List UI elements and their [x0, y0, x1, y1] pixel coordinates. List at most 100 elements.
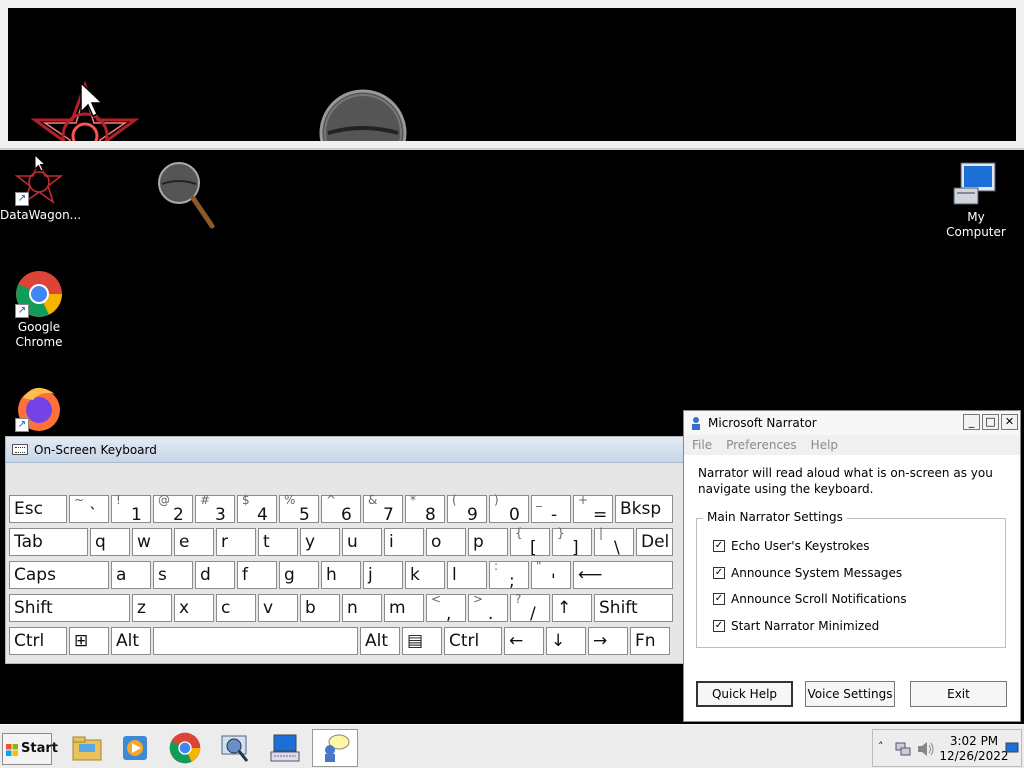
- taskbar-narrator[interactable]: [312, 729, 358, 767]
- option-announce-system-messages[interactable]: ✓ Announce System Messages: [713, 566, 902, 580]
- osk-key-2[interactable]: @2: [153, 493, 193, 525]
- minimize-button[interactable]: _: [963, 414, 980, 430]
- osk-key-z[interactable]: z: [132, 594, 172, 622]
- checkbox-icon[interactable]: ✓: [713, 540, 725, 552]
- taskbar-media-player[interactable]: [112, 729, 158, 767]
- network-icon[interactable]: [895, 741, 911, 757]
- osk-key-8[interactable]: * 8: [405, 493, 445, 525]
- osk-key-sym2-11[interactable]: " ': [531, 559, 571, 591]
- osk-key-sym0-12[interactable]: _ -: [531, 493, 571, 525]
- osk-key-u[interactable]: u: [342, 528, 382, 556]
- osk-key-w[interactable]: w: [132, 528, 172, 556]
- taskbar-chrome[interactable]: [162, 729, 208, 767]
- osk-key-sym4-7[interactable]: ←: [504, 627, 544, 655]
- osk-key-k[interactable]: k: [405, 561, 445, 589]
- osk-key-s[interactable]: s: [153, 561, 193, 589]
- osk-key-l[interactable]: l: [447, 561, 487, 589]
- osk-key-v[interactable]: v: [258, 594, 298, 622]
- osk-key-sym4-9[interactable]: →: [588, 627, 628, 655]
- osk-key-sym4-5[interactable]: ▤: [402, 627, 442, 655]
- osk-key-Alt[interactable]: Alt: [360, 627, 400, 655]
- osk-key-Caps[interactable]: Caps: [9, 561, 109, 589]
- osk-key-y[interactable]: y: [300, 528, 340, 556]
- osk-key-Tab[interactable]: Tab: [9, 528, 88, 556]
- osk-key-sym3-11[interactable]: ↑: [552, 594, 592, 622]
- osk-key-7[interactable]: & 7: [363, 493, 403, 525]
- osk-key-d[interactable]: d: [195, 561, 235, 589]
- osk-key-1[interactable]: ! 1: [111, 493, 151, 525]
- osk-key-b[interactable]: b: [300, 594, 340, 622]
- osk-key-sym1-12[interactable]: }]: [552, 526, 592, 558]
- osk-key-sym0-1[interactable]: ~ `: [69, 493, 109, 525]
- osk-key-sym1-13[interactable]: | \: [594, 526, 634, 558]
- option-start-minimized[interactable]: ✓ Start Narrator Minimized: [713, 619, 879, 633]
- taskbar-magnifier[interactable]: [212, 729, 258, 767]
- osk-key-o[interactable]: o: [426, 528, 466, 556]
- osk-key-sym1-11[interactable]: {[: [510, 526, 550, 558]
- close-button[interactable]: ✕: [1001, 414, 1018, 430]
- magnifier-lens-icon[interactable]: [156, 160, 216, 230]
- osk-key-9[interactable]: (9: [447, 493, 487, 525]
- checkbox-icon[interactable]: ✓: [713, 593, 725, 605]
- menu-help[interactable]: Help: [811, 438, 838, 452]
- osk-key-h[interactable]: h: [321, 561, 361, 589]
- osk-key-sym2-12[interactable]: ⟵: [573, 561, 673, 589]
- on-screen-keyboard-window[interactable]: On-Screen Keyboard Esc ~ `! 1 @2 #3 $4% 5 ^ 6 & 7 * 8…: [5, 436, 685, 664]
- exit-button[interactable]: Exit: [910, 681, 1007, 707]
- osk-key-sym2-10[interactable]: :;: [489, 559, 529, 591]
- start-button[interactable]: Start: [2, 733, 58, 765]
- maximize-button[interactable]: □: [982, 414, 999, 430]
- narrator-titlebar[interactable]: Microsoft Narrator _ □ ✕: [684, 411, 1020, 435]
- osk-key-Shift[interactable]: Shift: [594, 594, 673, 622]
- osk-key-p[interactable]: p: [468, 528, 508, 556]
- osk-key-sym0-13[interactable]: + =: [573, 493, 613, 525]
- narrator-window[interactable]: Microsoft Narrator _ □ ✕ File Preference…: [683, 410, 1021, 722]
- volume-icon[interactable]: [917, 741, 935, 757]
- osk-key-Ctrl[interactable]: Ctrl: [444, 627, 502, 655]
- osk-key-Alt[interactable]: Alt: [111, 627, 151, 655]
- osk-key-x[interactable]: x: [174, 594, 214, 622]
- osk-key-a[interactable]: a: [111, 561, 151, 589]
- osk-key-Bksp[interactable]: Bksp: [615, 495, 673, 523]
- osk-key-r[interactable]: r: [216, 528, 256, 556]
- osk-key-sym4-8[interactable]: ↓: [546, 627, 586, 655]
- menu-file[interactable]: File: [692, 438, 712, 452]
- osk-key-g[interactable]: g: [279, 561, 319, 589]
- tray-expand-icon[interactable]: ˄: [878, 740, 884, 753]
- osk-key-6[interactable]: ^ 6: [321, 493, 361, 525]
- osk-titlebar[interactable]: On-Screen Keyboard: [6, 437, 684, 463]
- osk-key-Shift[interactable]: Shift: [9, 594, 130, 622]
- osk-key-sym4-1[interactable]: ⊞: [69, 627, 109, 655]
- voice-settings-button[interactable]: Voice Settings: [805, 681, 895, 707]
- osk-key-j[interactable]: j: [363, 561, 403, 589]
- clock[interactable]: 3:02 PM 12/26/2022: [939, 734, 1009, 764]
- checkbox-icon[interactable]: ✓: [713, 567, 725, 579]
- osk-key-n[interactable]: n: [342, 594, 382, 622]
- osk-key-sym3-9[interactable]: >.: [468, 592, 508, 624]
- osk-key-t[interactable]: t: [258, 528, 298, 556]
- option-echo-keystrokes[interactable]: ✓ Echo User's Keystrokes: [713, 539, 870, 553]
- osk-key-i[interactable]: i: [384, 528, 424, 556]
- osk-key-Fn[interactable]: Fn: [630, 627, 670, 655]
- osk-key-sym3-8[interactable]: <,: [426, 592, 466, 624]
- osk-key-3[interactable]: #3: [195, 493, 235, 525]
- osk-key-e[interactable]: e: [174, 528, 214, 556]
- taskbar-on-screen-keyboard[interactable]: [262, 729, 308, 767]
- osk-key-q[interactable]: q: [90, 528, 130, 556]
- osk-key-5[interactable]: % 5: [279, 493, 319, 525]
- option-announce-scroll[interactable]: ✓ Announce Scroll Notifications: [713, 592, 907, 606]
- osk-key-c[interactable]: c: [216, 594, 256, 622]
- show-desktop-icon[interactable]: [1005, 742, 1019, 754]
- osk-key-m[interactable]: m: [384, 594, 424, 622]
- osk-key-Del[interactable]: Del: [636, 528, 673, 556]
- desktop-icon-google-chrome[interactable]: ↗ Google Chrome: [0, 270, 78, 350]
- desktop-icon-firefox[interactable]: ↗: [0, 384, 78, 434]
- osk-key-0[interactable]: ) 0: [489, 493, 529, 525]
- osk-key-4[interactable]: $4: [237, 493, 277, 525]
- menu-preferences[interactable]: Preferences: [726, 438, 797, 452]
- osk-key-f[interactable]: f: [237, 561, 277, 589]
- quick-help-button[interactable]: Quick Help: [696, 681, 793, 707]
- osk-key-space[interactable]: [153, 627, 358, 655]
- desktop-icon-my-computer[interactable]: My Computer: [936, 160, 1014, 240]
- osk-key-Esc[interactable]: Esc: [9, 495, 67, 523]
